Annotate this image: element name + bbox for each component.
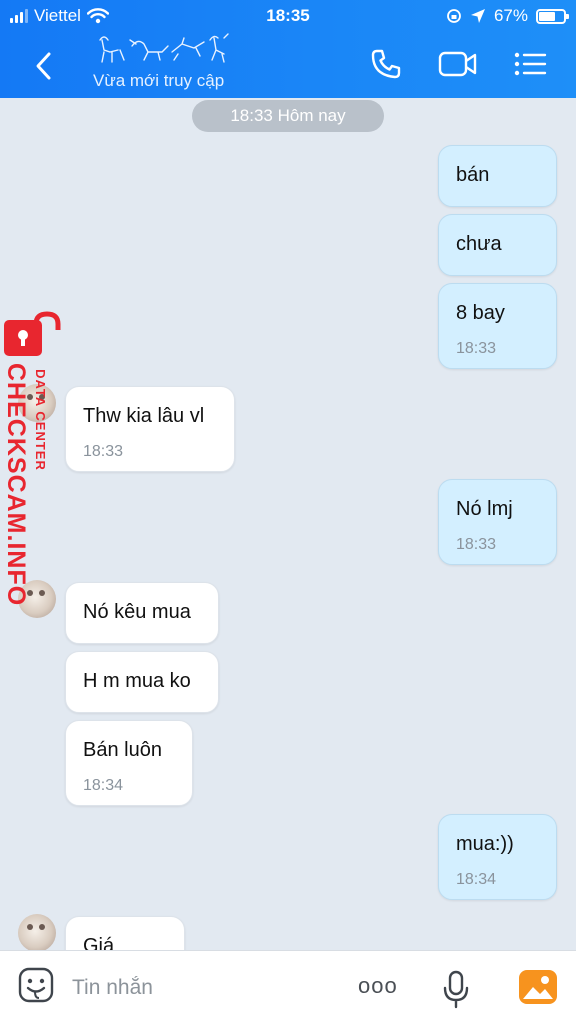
message-text: bán <box>456 164 490 186</box>
video-call-icon <box>438 51 477 77</box>
message-time: 18:33 <box>456 536 497 553</box>
message-time: 18:34 <box>83 777 124 794</box>
message-bubble-outgoing[interactable]: bán <box>438 145 557 207</box>
call-button[interactable] <box>366 44 406 84</box>
sticker-emoji-icon[interactable] <box>18 967 54 1003</box>
message-text: 8 bay <box>456 302 505 324</box>
menu-list-icon <box>514 52 547 76</box>
message-time: 18:33 <box>456 340 497 357</box>
message-text: mua:)) <box>456 833 514 855</box>
message-text: Bán luôn <box>83 739 162 761</box>
message-bubble-incoming[interactable]: Nó kêu mua <box>65 582 219 644</box>
message-bubble-outgoing[interactable]: chưa <box>438 214 557 276</box>
watermark-subtitle: DATA CENTER <box>33 369 48 471</box>
avatar[interactable] <box>18 914 56 950</box>
contact-name-drawing <box>99 33 229 63</box>
status-bar: Viettel 18:35 67% <box>0 0 576 32</box>
message-bubble-outgoing[interactable]: 8 bay 18:33 <box>438 283 557 369</box>
message-text: H m mua ko <box>83 670 191 692</box>
message-bubble-incoming[interactable]: Bán luôn 18:34 <box>65 720 193 806</box>
message-input[interactable] <box>72 973 332 1003</box>
location-icon <box>470 9 485 23</box>
more-options-button[interactable]: ooo <box>358 973 406 1003</box>
rotation-lock-icon <box>447 9 461 23</box>
battery-icon <box>536 8 569 24</box>
message-bubble-incoming[interactable]: Giá <box>65 916 185 950</box>
chat-area[interactable]: 18:33 Hôm nay bán chưa 8 bay 18:33 Thw k… <box>0 98 576 950</box>
battery-fill <box>539 11 555 21</box>
composer-bar: ooo <box>0 950 576 1024</box>
menu-button[interactable] <box>510 44 550 84</box>
contact-last-seen: Vừa mới truy cập <box>93 71 225 90</box>
image-gallery-icon[interactable] <box>518 969 558 1005</box>
battery-percent: 67% <box>493 6 528 25</box>
message-time: 18:33 <box>83 443 124 460</box>
message-text: Nó lmj <box>456 498 513 520</box>
phone-icon <box>371 49 401 79</box>
message-text: chưa <box>456 233 502 255</box>
watermark-lock-icon <box>4 311 61 356</box>
message-bubble-incoming[interactable]: Thw kia lâu vl 18:33 <box>65 386 235 472</box>
microphone-icon[interactable] <box>440 969 472 1009</box>
message-text: Nó kêu mua <box>83 601 191 623</box>
message-bubble-outgoing[interactable]: mua:)) 18:34 <box>438 814 557 900</box>
back-icon[interactable] <box>28 48 60 84</box>
message-time: 18:34 <box>456 871 497 888</box>
watermark-text: CHECKSCAM.INFO <box>2 363 30 607</box>
message-text: Thw kia lâu vl <box>83 405 205 427</box>
video-call-button[interactable] <box>438 44 478 84</box>
date-separator: 18:33 Hôm nay <box>192 100 384 132</box>
status-right: 67% <box>446 6 569 26</box>
message-text: Giá <box>83 935 115 950</box>
message-bubble-incoming[interactable]: H m mua ko <box>65 651 219 713</box>
chat-header: Viettel 18:35 67% Vừa mới truy cập <box>0 0 576 98</box>
message-bubble-outgoing[interactable]: Nó lmj 18:33 <box>438 479 557 565</box>
